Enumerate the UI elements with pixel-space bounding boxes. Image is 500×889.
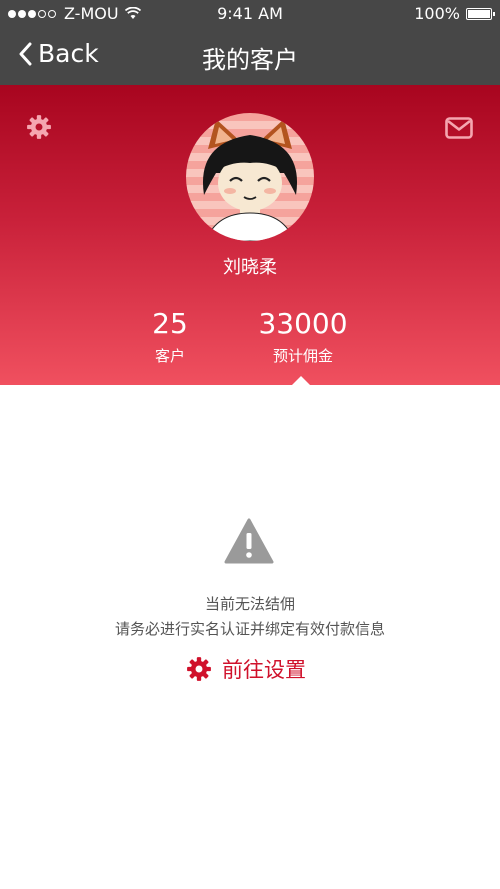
username: 刘晓柔 (223, 257, 277, 278)
nav-bar: Back 我的客户 (0, 28, 500, 85)
page-title: 我的客户 (202, 46, 298, 74)
messages-button[interactable] (445, 117, 473, 139)
empty-state-title: 当前无法结佣 (204, 595, 295, 613)
profile-header: 刘晓柔 25 客户 33000 预计佣金 (0, 85, 500, 385)
battery-percent: 100% (414, 4, 460, 23)
go-to-settings-link[interactable]: 前往设置 (186, 654, 306, 684)
avatar (186, 113, 314, 241)
customers-label: 客户 (154, 347, 185, 365)
customers-stat[interactable]: 25 客户 (130, 307, 210, 366)
gear-icon (187, 657, 211, 681)
settings-button[interactable] (26, 114, 52, 140)
status-right: 100% (414, 4, 495, 23)
empty-state-description: 请务必进行实名认证并绑定有效付款信息 (114, 620, 385, 638)
customers-count: 25 (152, 307, 188, 340)
commission-label: 预计佣金 (272, 347, 333, 365)
commission-stat[interactable]: 33000 预计佣金 (243, 307, 363, 366)
battery-icon (466, 7, 495, 20)
mail-icon (445, 117, 473, 139)
go-to-settings-label: 前往设置 (222, 658, 306, 682)
top-bar: Z-MOU 9:41 AM 100% Back 我的客户 (0, 0, 500, 85)
commission-amount: 33000 (258, 307, 348, 340)
avatar-illustration (202, 119, 298, 241)
gear-icon (27, 115, 51, 139)
warning-icon (224, 518, 274, 564)
active-tab-indicator (292, 376, 310, 385)
status-bar: Z-MOU 9:41 AM 100% (0, 0, 500, 28)
